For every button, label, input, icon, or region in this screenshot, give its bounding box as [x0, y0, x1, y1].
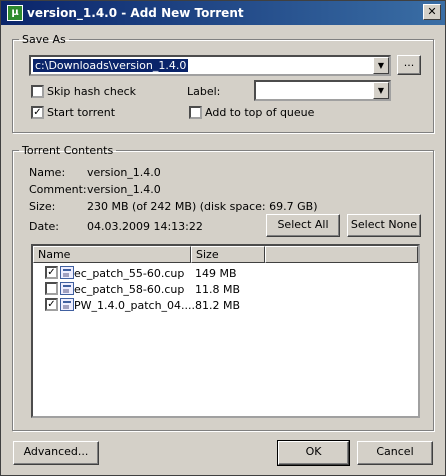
chevron-down-icon[interactable]: ▼ — [373, 82, 389, 99]
label-combobox[interactable]: ▼ — [254, 80, 391, 101]
cancel-button[interactable]: Cancel — [357, 441, 433, 465]
file-icon — [60, 266, 74, 279]
skip-hash-label: Skip hash check — [47, 85, 137, 98]
browse-button[interactable]: ... — [397, 55, 421, 75]
comment-value: version_1.4.0 — [87, 183, 161, 196]
column-header-blank — [265, 246, 418, 263]
add-to-top-label: Add to top of queue — [205, 106, 315, 119]
file-icon — [60, 298, 74, 311]
file-size: 149 MB — [195, 267, 237, 280]
file-name: ec_patch_58-60.cup — [74, 283, 185, 296]
start-torrent-checkbox[interactable]: ✓ — [31, 106, 44, 119]
file-list[interactable]: Name Size ✓ ec_patch_55-60.cup 149 MB ec… — [31, 244, 420, 418]
select-all-button[interactable]: Select All — [266, 214, 340, 237]
file-name: ec_patch_55-60.cup — [74, 267, 185, 280]
select-none-button[interactable]: Select None — [347, 214, 421, 237]
file-name: PW_1.4.0_patch_04.... — [74, 299, 196, 312]
column-header-size[interactable]: Size — [191, 246, 265, 263]
file-row[interactable]: ✓ ec_patch_55-60.cup 149 MB — [33, 265, 418, 281]
advanced-button[interactable]: Advanced... — [13, 441, 99, 465]
add-to-top-checkbox[interactable] — [189, 106, 202, 119]
window-title: version_1.4.0 - Add New Torrent — [27, 6, 244, 20]
add-torrent-dialog: µ version_1.4.0 - Add New Torrent ✕ Save… — [0, 0, 446, 476]
torrent-contents-legend: Torrent Contents — [22, 144, 114, 157]
label-caption: Label: — [187, 85, 221, 98]
file-row[interactable]: ✓ PW_1.4.0_patch_04.... 81.2 MB — [33, 297, 418, 313]
close-button[interactable]: ✕ — [423, 4, 441, 20]
start-torrent-label: Start torrent — [47, 106, 116, 119]
file-size: 81.2 MB — [195, 299, 241, 312]
save-as-legend: Save As — [22, 33, 66, 46]
comment-caption: Comment: — [29, 183, 87, 196]
title-bar[interactable]: µ version_1.4.0 - Add New Torrent ✕ — [1, 1, 445, 25]
file-icon — [60, 282, 74, 295]
file-checkbox[interactable]: ✓ — [45, 298, 58, 311]
save-path-combobox[interactable]: c:\Downloads\version_1.4.0 ▼ — [29, 55, 391, 76]
ok-button[interactable]: OK — [277, 440, 350, 466]
file-checkbox[interactable] — [45, 282, 58, 295]
column-header-name[interactable]: Name — [33, 246, 191, 263]
date-value: 04.03.2009 14:13:22 — [87, 220, 203, 233]
size-caption: Size: — [29, 200, 56, 213]
chevron-down-icon[interactable]: ▼ — [373, 57, 389, 74]
size-value: 230 MB (of 242 MB) (disk space: 69.7 GB) — [87, 200, 318, 213]
skip-hash-checkbox[interactable] — [31, 85, 44, 98]
file-size: 11.8 MB — [195, 283, 241, 296]
name-value: version_1.4.0 — [87, 166, 161, 179]
utorrent-icon: µ — [7, 5, 23, 21]
file-row[interactable]: ec_patch_58-60.cup 11.8 MB — [33, 281, 418, 297]
name-caption: Name: — [29, 166, 66, 179]
save-path-value: c:\Downloads\version_1.4.0 — [33, 59, 189, 72]
date-caption: Date: — [29, 220, 59, 233]
file-checkbox[interactable]: ✓ — [45, 266, 58, 279]
